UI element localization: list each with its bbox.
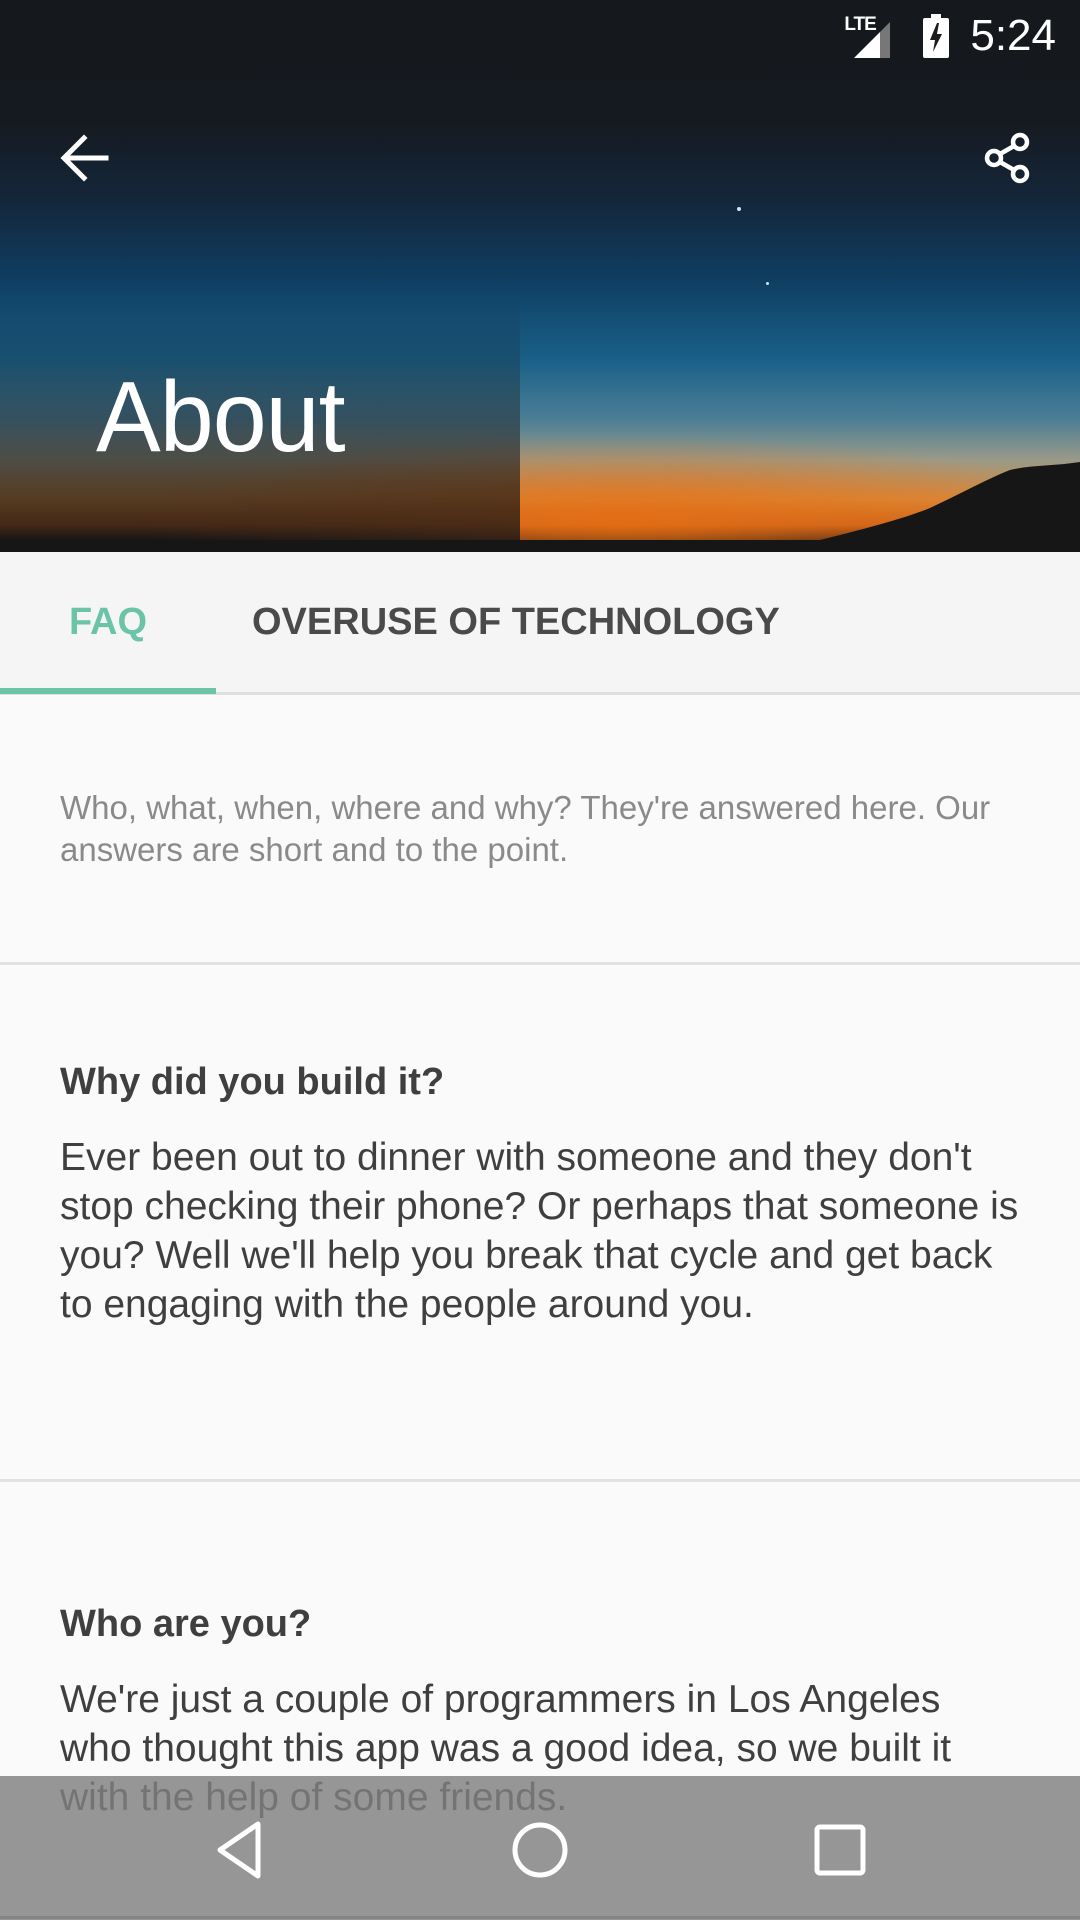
nav-back-button[interactable] bbox=[180, 1802, 300, 1898]
tab-indicator bbox=[0, 688, 216, 694]
faq-item: Why did you build it? Ever been out to d… bbox=[0, 965, 1080, 1482]
tab-bar: FAQ OVERUSE OF TECHNOLOGY bbox=[0, 552, 1080, 695]
nav-bar-divider bbox=[0, 1916, 1080, 1919]
faq-item: Who are you? We're just a couple of prog… bbox=[0, 1482, 1080, 1822]
faq-question: Who are you? bbox=[60, 1603, 312, 1645]
share-button[interactable] bbox=[960, 110, 1056, 206]
status-bar: LTE 5:24 bbox=[0, 0, 1080, 72]
nav-recents-button[interactable] bbox=[780, 1802, 900, 1898]
faq-answer: Ever been out to dinner with someone and… bbox=[60, 1136, 1019, 1326]
arrow-back-icon bbox=[60, 134, 109, 182]
nav-recents-icon bbox=[814, 1824, 866, 1876]
nav-home-icon bbox=[512, 1822, 568, 1878]
back-button[interactable] bbox=[36, 110, 132, 206]
battery-charging-icon bbox=[923, 14, 950, 58]
faq-content: Who, what, when, where and why? They're … bbox=[0, 695, 1080, 1822]
faq-intro: Who, what, when, where and why? They're … bbox=[0, 695, 1080, 965]
faq-question: Why did you build it? bbox=[60, 1061, 445, 1103]
share-icon bbox=[984, 132, 1030, 184]
nav-home-button[interactable] bbox=[480, 1802, 600, 1898]
nav-back-icon bbox=[217, 1821, 261, 1879]
lte-signal-icon: LTE bbox=[844, 14, 900, 58]
page-title: About bbox=[96, 361, 346, 473]
tab-overuse-of-technology[interactable]: OVERUSE OF TECHNOLOGY bbox=[216, 552, 816, 692]
tab-faq[interactable]: FAQ bbox=[0, 552, 216, 692]
clock: 5:24 bbox=[970, 11, 1056, 60]
navigation-bar bbox=[0, 1776, 1080, 1920]
